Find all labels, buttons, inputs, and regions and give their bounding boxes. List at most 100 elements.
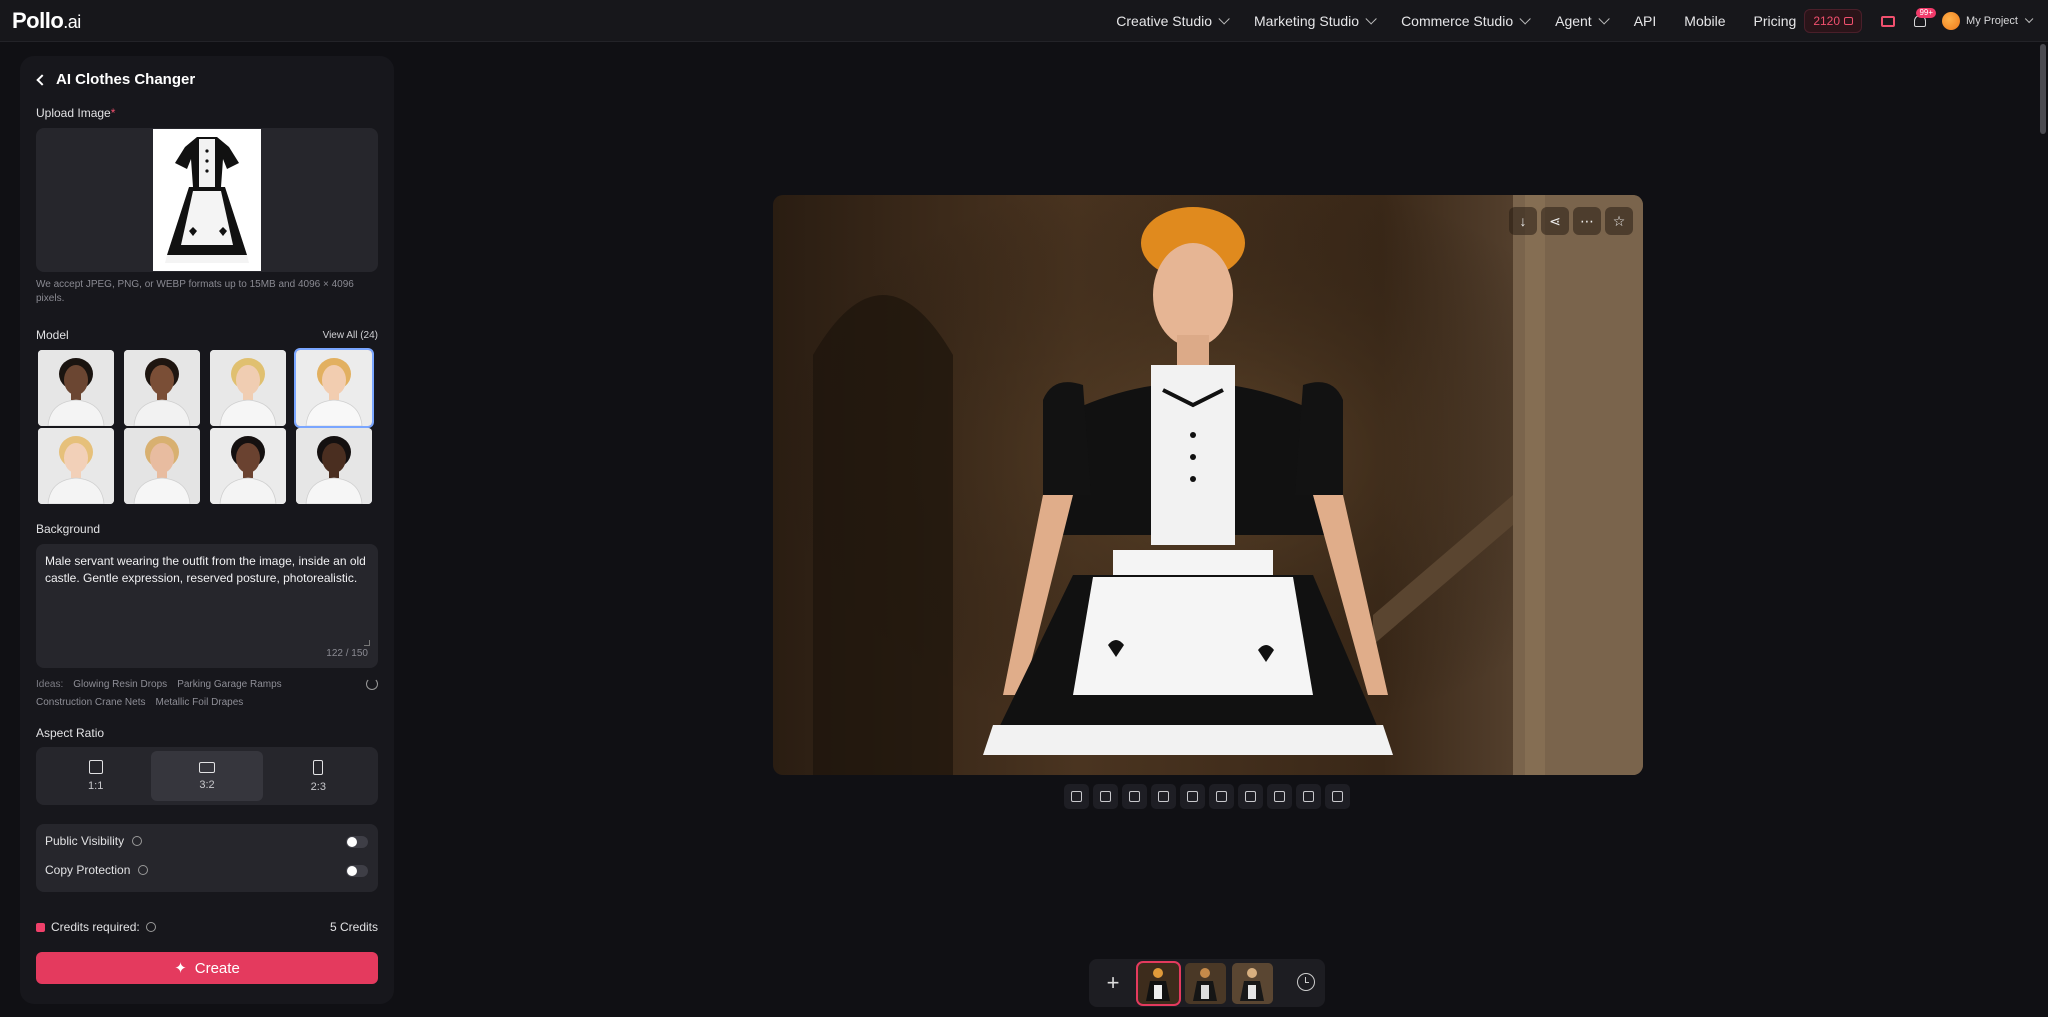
nav-pricing[interactable]: Pricing xyxy=(1740,0,1801,42)
edit-tools xyxy=(1064,784,1350,809)
info-icon[interactable] xyxy=(145,922,156,932)
tool-compare[interactable] xyxy=(1180,784,1205,809)
nav-agent[interactable]: Agent xyxy=(1541,0,1620,42)
history-thumb[interactable] xyxy=(1185,963,1226,1004)
upload-dropzone[interactable] xyxy=(36,128,378,272)
history-bar: + xyxy=(1089,959,1325,1007)
nav-creative-studio[interactable]: Creative Studio xyxy=(1102,0,1240,42)
tool-eraser[interactable] xyxy=(1209,784,1234,809)
idea-chip[interactable]: Metallic Foil Drapes xyxy=(156,697,244,708)
model-option[interactable] xyxy=(38,350,114,426)
model-option[interactable] xyxy=(124,428,200,504)
notification-badge: 99+ xyxy=(1916,8,1937,18)
tool-panel: AI Clothes Changer Upload Image* We acce… xyxy=(20,56,394,1004)
upload-label: Upload Image* xyxy=(36,106,116,120)
copy-protection-toggle[interactable] xyxy=(346,865,368,877)
nav-commerce-studio[interactable]: Commerce Studio xyxy=(1387,0,1541,42)
model-option[interactable] xyxy=(210,428,286,504)
generated-photo xyxy=(773,195,1643,775)
refresh-ideas-icon[interactable] xyxy=(366,678,378,690)
chevron-left-icon xyxy=(36,73,48,86)
idea-chip[interactable]: Construction Crane Nets xyxy=(36,697,146,708)
model-option[interactable] xyxy=(124,350,200,426)
model-label: Model xyxy=(36,328,69,342)
chevron-down-icon xyxy=(1519,13,1531,25)
aspect-ratio-selector: 1:1 3:2 2:3 xyxy=(36,747,378,805)
view-all-models-link[interactable]: View All (24) xyxy=(323,330,378,341)
history-thumb[interactable] xyxy=(1136,961,1181,1006)
hd-icon xyxy=(1158,791,1169,802)
download-icon[interactable]: ↓ xyxy=(1509,207,1537,235)
scrollbar[interactable] xyxy=(2040,44,2046,134)
notifications-button[interactable]: 99+ xyxy=(1904,0,1937,42)
nav-mobile[interactable]: Mobile xyxy=(1670,0,1739,42)
result-image[interactable]: ↓ ⋖ ⋯ ☆ xyxy=(773,195,1643,775)
chevron-down-icon xyxy=(2024,14,2034,24)
pencil-icon xyxy=(1129,791,1140,802)
square-icon xyxy=(88,760,103,774)
panel-title: AI Clothes Changer xyxy=(56,71,196,88)
chevron-down-icon xyxy=(1365,13,1377,25)
portrait-icon xyxy=(313,759,324,775)
info-icon[interactable] xyxy=(138,865,149,875)
palette-icon xyxy=(1332,791,1343,802)
landscape-icon xyxy=(198,761,215,773)
idea-chip[interactable]: Glowing Resin Drops xyxy=(73,679,167,690)
background-label: Background xyxy=(36,522,101,536)
logo[interactable]: Pollo.ai xyxy=(12,8,81,34)
public-visibility-toggle[interactable] xyxy=(346,836,368,848)
chevron-down-icon xyxy=(1598,13,1610,25)
expand-icon xyxy=(1245,791,1256,802)
tool-background[interactable] xyxy=(1267,784,1292,809)
tool-image-to-video[interactable] xyxy=(1064,784,1089,809)
compare-icon xyxy=(1187,791,1198,802)
background-prompt-input[interactable]: Male servant wearing the outfit from the… xyxy=(36,544,378,668)
user-menu[interactable]: My Project xyxy=(1942,12,2034,30)
tool-hd[interactable] xyxy=(1151,784,1176,809)
face-icon xyxy=(1303,791,1314,802)
uploaded-image xyxy=(153,129,261,271)
aspect-option-3-2[interactable]: 3:2 xyxy=(151,751,263,801)
ideas-list: Ideas: Glowing Resin Drops Parking Garage … xyxy=(36,679,282,708)
nav-marketing-studio[interactable]: Marketing Studio xyxy=(1240,0,1387,42)
share-icon[interactable]: ⋖ xyxy=(1541,207,1569,235)
sparkle-icon: ✦ xyxy=(174,960,187,977)
tool-face[interactable] xyxy=(1296,784,1321,809)
nav-api[interactable]: API xyxy=(1620,0,1671,42)
history-thumb[interactable] xyxy=(1232,963,1273,1004)
public-visibility-row: Public Visibility xyxy=(45,834,143,848)
history-clock-icon[interactable] xyxy=(1297,973,1315,991)
credits-required: Credits required: 5 Credits xyxy=(36,920,378,934)
aspect-option-1-1[interactable]: 1:1 xyxy=(40,751,151,801)
tool-expand[interactable] xyxy=(1238,784,1263,809)
idea-chip[interactable]: Parking Garage Ramps xyxy=(177,679,282,690)
credit-coin-icon xyxy=(1844,17,1854,25)
tool-palette[interactable] xyxy=(1325,784,1350,809)
back-button[interactable]: AI Clothes Changer xyxy=(36,71,196,88)
image-actions: ↓ ⋖ ⋯ ☆ xyxy=(1509,207,1633,235)
model-option[interactable] xyxy=(294,348,374,428)
credits-balance[interactable]: 2120 xyxy=(1804,9,1863,33)
ticket-button[interactable] xyxy=(1872,0,1904,42)
char-counter: 122 / 150 xyxy=(326,648,368,659)
image-icon xyxy=(1071,791,1082,802)
info-icon[interactable] xyxy=(132,836,143,846)
star-icon[interactable]: ☆ xyxy=(1605,207,1633,235)
aspect-option-2-3[interactable]: 2:3 xyxy=(263,751,374,801)
model-option[interactable] xyxy=(38,428,114,504)
eraser-icon xyxy=(1216,791,1227,802)
tool-remix[interactable] xyxy=(1093,784,1118,809)
model-option[interactable] xyxy=(296,428,372,504)
create-button[interactable]: ✦ Create xyxy=(36,952,378,984)
more-icon[interactable]: ⋯ xyxy=(1573,207,1601,235)
background-icon xyxy=(1274,791,1285,802)
model-option[interactable] xyxy=(210,350,286,426)
remix-icon xyxy=(1100,791,1111,802)
aspect-ratio-label: Aspect Ratio xyxy=(36,726,105,740)
add-button[interactable]: + xyxy=(1099,969,1127,997)
upload-format-note: We accept JPEG, PNG, or WEBP formats up … xyxy=(36,279,354,304)
model-grid xyxy=(38,348,378,504)
tool-edit[interactable] xyxy=(1122,784,1147,809)
avatar xyxy=(1942,12,1961,30)
credits-amount: 5 Credits xyxy=(329,920,378,934)
